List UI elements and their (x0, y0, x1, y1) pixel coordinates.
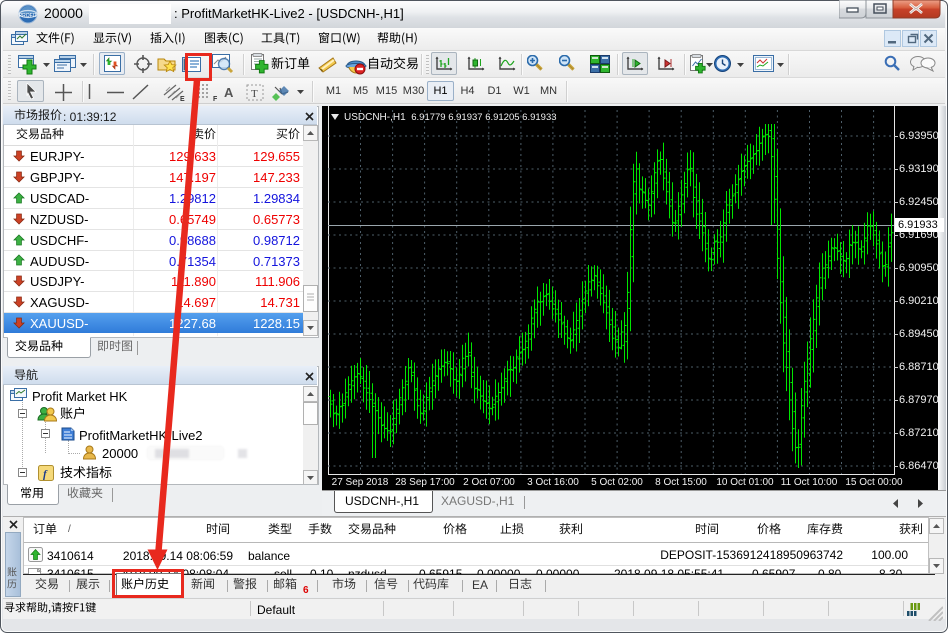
svg-text:F: F (213, 96, 218, 102)
svg-text:E: E (180, 96, 185, 102)
svg-text:PROFIT: PROFIT (19, 13, 37, 19)
svg-text:T: T (251, 88, 258, 100)
